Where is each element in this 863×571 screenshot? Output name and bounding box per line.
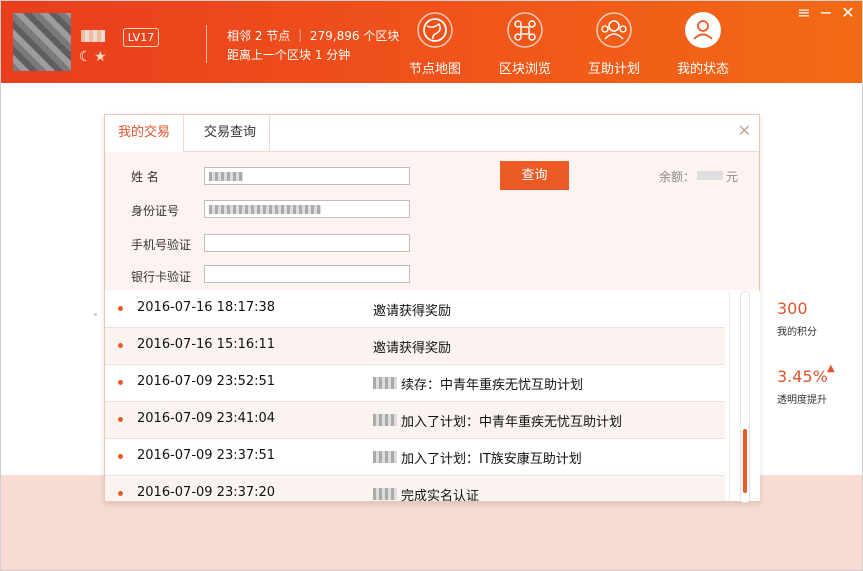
bullet-icon: [118, 343, 123, 348]
app-window: ☾ ★ LV17 相邻 2 节点 ｜ 279,896 个区块 距离上一个区块 1…: [0, 0, 863, 571]
side-stats: 300 我的积分 3.45% ▲ 透明度提升: [761, 291, 861, 471]
name-input[interactable]: [204, 167, 410, 185]
table-row[interactable]: 2016-07-09 23:52:51 续存：中青年重疾无忧互助计划: [105, 365, 725, 402]
transaction-dialog: 我的交易 交易查询 ✕ 姓 名 身份证号 手机号验证 银行卡验证 查询 余额： …: [104, 114, 760, 503]
id-number-label: 身份证号: [131, 204, 180, 218]
table-row[interactable]: 2016-07-09 23:37:51 加入了计划：IT族安康互助计划: [105, 439, 725, 476]
bullet-icon: [118, 380, 123, 385]
name-value-redacted: [209, 172, 243, 181]
row-user-redacted: [373, 377, 397, 389]
nav-mutual-aid[interactable]: 互助计划: [578, 11, 650, 77]
row-time: 2016-07-16 15:16:11: [137, 337, 276, 352]
moon-icon: ☾: [79, 49, 92, 65]
tab-transaction-query[interactable]: 交易查询: [191, 115, 271, 151]
nav-node-map-label: 节点地图: [408, 62, 461, 77]
balance-unit: 元: [726, 170, 739, 184]
bullet-icon: [118, 491, 123, 496]
network-status: 相邻 2 节点 ｜ 279,896 个区块: [227, 29, 400, 43]
row-user-redacted: [373, 451, 397, 463]
row-time: 2016-07-09 23:41:04: [137, 411, 276, 426]
nav-node-map[interactable]: 节点地图: [399, 11, 471, 77]
close-icon[interactable]: ✕: [738, 121, 751, 140]
bank-verify-input[interactable]: [204, 265, 410, 283]
star-icon: ★: [94, 49, 107, 65]
bank-verify-label: 银行卡验证: [131, 270, 192, 284]
balance-value-redacted: [697, 171, 723, 180]
transparency-value: 3.45%: [777, 367, 828, 386]
nav-block-browse[interactable]: 区块浏览: [489, 11, 561, 77]
window-close-icon[interactable]: ✕: [840, 5, 856, 21]
row-description: 加入了计划：IT族安康互助计划: [401, 452, 582, 467]
menu-icon[interactable]: ≡: [796, 5, 812, 21]
row-description: 加入了计划：中青年重疾无忧互助计划: [401, 415, 623, 430]
query-form: 姓 名 身份证号 手机号验证 银行卡验证 查询 余额： 元: [105, 152, 759, 290]
row-user-redacted: [373, 488, 397, 500]
phone-verify-input[interactable]: [204, 234, 410, 252]
table-row[interactable]: 2016-07-09 23:37:20 完成实名认证: [105, 476, 725, 501]
row-description: 完成实名认证: [401, 489, 480, 501]
row-description: 邀请获得奖励: [373, 304, 452, 319]
balance-label: 余额：: [659, 170, 696, 184]
nav-my-status-label: 我的状态: [676, 62, 729, 77]
row-time: 2016-07-09 23:37:20: [137, 485, 276, 500]
name-label: 姓 名: [131, 170, 159, 184]
up-arrow-icon: ▲: [827, 363, 835, 374]
header-divider: [206, 25, 207, 63]
tab-my-transactions[interactable]: 我的交易: [105, 115, 185, 152]
avatar[interactable]: [13, 13, 71, 71]
list-scrollbar[interactable]: [729, 291, 760, 503]
dialog-tabs: 我的交易 交易查询 ✕: [105, 115, 759, 152]
top-bar: ☾ ★ LV17 相邻 2 节点 ｜ 279,896 个区块 距离上一个区块 1…: [1, 1, 862, 83]
user-status-icon: [685, 12, 721, 48]
points-value: 300: [777, 299, 808, 318]
nav-mutual-aid-label: 互助计划: [587, 62, 640, 77]
row-time: 2016-07-09 23:52:51: [137, 374, 276, 389]
mutual-aid-icon: [596, 12, 632, 48]
bullet-icon: [118, 306, 123, 311]
username-redacted: [81, 30, 105, 42]
nav-my-status[interactable]: 我的状态: [667, 11, 739, 77]
scroll-thumb[interactable]: [743, 429, 747, 493]
id-number-input[interactable]: [204, 200, 410, 218]
transaction-list: 2016-07-16 18:17:38 邀请获得奖励 2016-07-16 15…: [105, 291, 725, 501]
transparency-label: 透明度提升: [777, 395, 827, 406]
table-row[interactable]: 2016-07-09 23:41:04 加入了计划：中青年重疾无忧互助计划: [105, 402, 725, 439]
row-description: 续存：中青年重疾无忧互助计划: [401, 378, 584, 393]
globe-icon: [417, 12, 453, 48]
row-time: 2016-07-16 18:17:38: [137, 300, 276, 315]
level-badge: LV17: [123, 28, 159, 47]
nav-block-browse-label: 区块浏览: [498, 62, 551, 77]
row-user-redacted: [373, 414, 397, 426]
minimize-icon[interactable]: −: [818, 5, 834, 21]
block-browse-icon: [507, 12, 543, 48]
last-block-status: 距离上一个区块 1 分钟: [227, 48, 351, 62]
bullet-icon: [118, 417, 123, 422]
id-value-redacted: [209, 205, 321, 214]
row-time: 2016-07-09 23:37:51: [137, 448, 276, 463]
decor-dot: [94, 313, 97, 316]
table-row[interactable]: 2016-07-16 15:16:11 邀请获得奖励: [105, 328, 725, 365]
points-label: 我的积分: [777, 327, 817, 338]
query-button[interactable]: 查询: [500, 161, 569, 190]
row-description: 邀请获得奖励: [373, 341, 452, 356]
phone-verify-label: 手机号验证: [131, 238, 192, 252]
bullet-icon: [118, 454, 123, 459]
table-row[interactable]: 2016-07-16 18:17:38 邀请获得奖励: [105, 291, 725, 328]
